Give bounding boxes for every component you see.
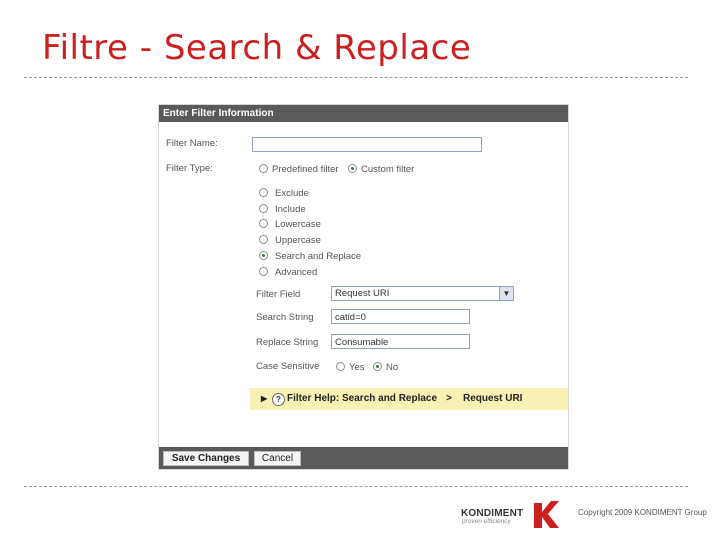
- exclude-label: Exclude: [275, 188, 309, 199]
- search-and-replace-label: Search and Replace: [275, 251, 362, 262]
- help-icon: ?: [272, 393, 285, 406]
- copyright-text: Copyright 2009 KONDIMENT Group: [578, 508, 707, 517]
- help-topic: Request URI: [463, 393, 523, 404]
- radio-predefined-filter[interactable]: [259, 164, 268, 173]
- footer-divider: [24, 486, 688, 487]
- radio-custom-filter[interactable]: [348, 164, 357, 173]
- radio-include[interactable]: [259, 204, 268, 213]
- advanced-label: Advanced: [275, 267, 318, 278]
- filter-panel: Enter Filter Information Filter Name: Fi…: [158, 104, 569, 470]
- radio-uppercase[interactable]: [259, 235, 268, 244]
- lowercase-label: Lowercase: [275, 219, 321, 230]
- case-sensitive-label: Case Sensitive: [256, 361, 320, 372]
- filter-field-value: Request URI: [335, 288, 390, 299]
- radio-case-no[interactable]: [373, 362, 382, 371]
- chevron-down-icon[interactable]: ▼: [499, 287, 513, 300]
- cancel-button[interactable]: Cancel: [254, 451, 301, 466]
- help-text: Filter Help: Search and Replace: [287, 393, 438, 404]
- k-mark-icon: [534, 501, 559, 528]
- filter-help-bar[interactable]: ▶ ? Filter Help: Search and Replace > Re…: [250, 388, 568, 410]
- replace-string-input[interactable]: Consumable: [331, 334, 470, 349]
- filter-name-label: Filter Name:: [166, 138, 218, 149]
- radio-exclude[interactable]: [259, 188, 268, 197]
- radio-search-and-replace[interactable]: [259, 251, 268, 260]
- custom-filter-label: Custom filter: [361, 164, 415, 175]
- title-divider: [24, 77, 688, 78]
- expand-triangle-icon[interactable]: ▶: [261, 388, 267, 410]
- search-string-input[interactable]: catid=0: [331, 309, 470, 324]
- logo-tagline: proven efficiency: [462, 518, 511, 525]
- filter-field-label: Filter Field: [256, 289, 301, 300]
- radio-advanced[interactable]: [259, 267, 268, 276]
- slide-title: Filtre - Search & Replace: [42, 28, 472, 68]
- panel-header: Enter Filter Information: [159, 105, 568, 122]
- radio-lowercase[interactable]: [259, 219, 268, 228]
- filter-type-label: Filter Type:: [166, 163, 213, 174]
- search-string-label: Search String: [256, 312, 314, 323]
- predefined-filter-label: Predefined filter: [272, 164, 339, 175]
- filter-field-select[interactable]: Request URI ▼: [331, 286, 514, 301]
- help-separator: >: [446, 393, 452, 404]
- replace-string-label: Replace String: [256, 337, 319, 348]
- case-no-label: No: [386, 362, 399, 373]
- uppercase-label: Uppercase: [275, 235, 321, 246]
- filter-name-input[interactable]: [252, 137, 482, 152]
- radio-case-yes[interactable]: [336, 362, 345, 371]
- save-changes-button[interactable]: Save Changes: [163, 451, 249, 466]
- case-yes-label: Yes: [349, 362, 365, 373]
- button-bar: Save Changes Cancel: [159, 447, 568, 469]
- include-label: Include: [275, 204, 306, 215]
- kondiment-logo: KONDIMENT proven efficiency: [460, 499, 560, 529]
